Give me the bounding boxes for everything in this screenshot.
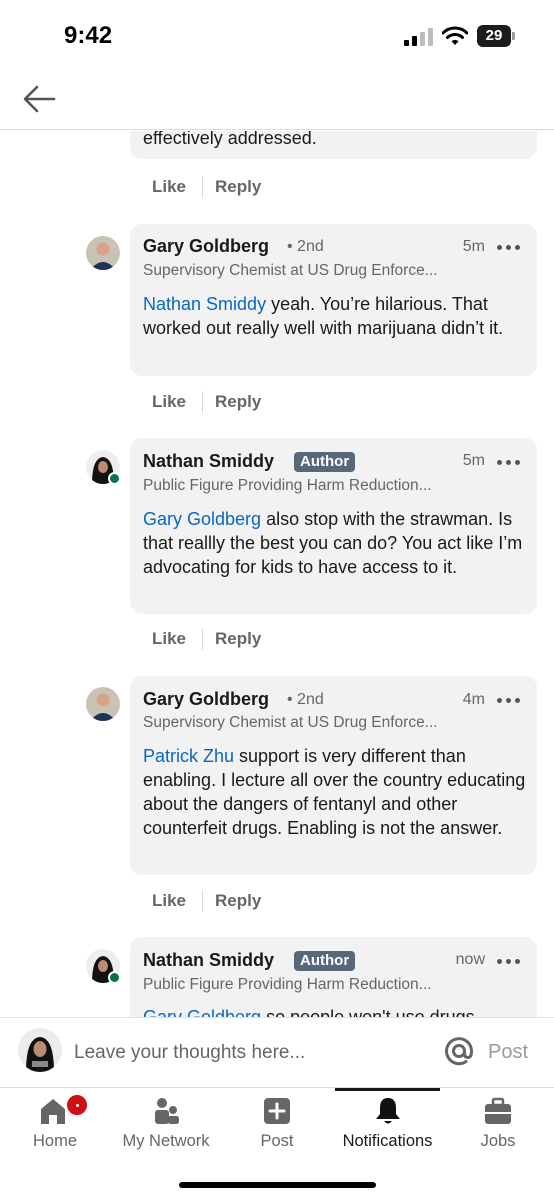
cellular-signal-icon: [404, 28, 433, 46]
comment-text: Gary Goldberg also stop with the strawma…: [143, 507, 528, 579]
tab-home[interactable]: Home: [20, 1088, 90, 1158]
reply-button[interactable]: Reply: [215, 629, 261, 649]
reply-button[interactable]: Reply: [215, 891, 261, 911]
reply-button[interactable]: Reply: [215, 177, 261, 197]
comment-time: 5m: [462, 452, 485, 469]
status-time: 9:42: [64, 22, 113, 49]
author-headline: Supervisory Chemist at US Drug Enforce..…: [143, 262, 438, 279]
battery-icon: 29: [477, 25, 517, 47]
author-badge: Author: [294, 452, 356, 472]
more-options-icon[interactable]: [497, 958, 521, 966]
more-options-icon[interactable]: [497, 244, 521, 252]
network-icon: [155, 1098, 179, 1124]
author-name[interactable]: Nathan Smiddy: [143, 950, 274, 971]
tab-label: Jobs: [480, 1132, 516, 1150]
comment-time: 5m: [462, 238, 485, 255]
tab-notifications[interactable]: Notifications: [335, 1088, 440, 1158]
like-button[interactable]: Like: [152, 177, 186, 197]
like-button[interactable]: Like: [152, 891, 186, 911]
post-comment-button[interactable]: Post: [488, 1041, 528, 1064]
mention-link[interactable]: Gary Goldberg: [143, 509, 261, 529]
tab-jobs[interactable]: Jobs: [468, 1088, 528, 1158]
battery-level: 29: [485, 27, 503, 44]
comment-text: Patrick Zhu support is very different th…: [143, 744, 528, 840]
avatar[interactable]: [86, 236, 120, 270]
action-divider: [202, 890, 203, 912]
connection-degree: • 2nd: [287, 691, 324, 708]
author-badge: Author: [294, 951, 356, 971]
comment-text: effectively addressed.: [143, 131, 317, 148]
bell-icon: [376, 1098, 400, 1124]
notification-badge: [65, 1093, 89, 1117]
author-name[interactable]: Nathan Smiddy: [143, 451, 274, 472]
more-options-icon[interactable]: [497, 697, 521, 705]
user-avatar: [18, 1028, 62, 1072]
tab-label: Notifications: [342, 1132, 433, 1150]
comment-text: Gary Goldberg so people won't use drugs: [143, 1005, 528, 1017]
like-button[interactable]: Like: [152, 629, 186, 649]
status-bar: 9:42 29: [0, 0, 554, 74]
author-name[interactable]: Gary Goldberg: [143, 689, 269, 710]
comment-text: Nathan Smiddy yeah. You’re hilarious. Th…: [143, 292, 528, 340]
connection-degree: • 2nd: [287, 238, 324, 255]
author-headline: Supervisory Chemist at US Drug Enforce..…: [143, 714, 438, 731]
like-button[interactable]: Like: [152, 392, 186, 412]
app-header: [0, 74, 554, 130]
tab-post[interactable]: Post: [247, 1088, 307, 1158]
online-status-indicator: [108, 971, 121, 984]
plus-square-icon: [264, 1098, 290, 1124]
home-icon: [41, 1099, 65, 1124]
tab-label: Post: [260, 1132, 294, 1150]
avatar[interactable]: [86, 687, 120, 721]
more-options-icon[interactable]: [497, 459, 521, 467]
tab-my-network[interactable]: My Network: [111, 1088, 221, 1158]
mention-link[interactable]: Gary Goldberg: [143, 1007, 261, 1017]
mention-link[interactable]: Nathan Smiddy: [143, 294, 266, 314]
mention-link[interactable]: Patrick Zhu: [143, 746, 234, 766]
tab-label: Home: [32, 1132, 77, 1150]
action-divider: [202, 391, 203, 413]
action-divider: [202, 628, 203, 650]
comment-time: 4m: [462, 691, 485, 708]
arrow-left-icon[interactable]: [18, 82, 60, 116]
comment-input[interactable]: Leave your thoughts here...: [74, 1042, 305, 1064]
reply-button[interactable]: Reply: [215, 392, 261, 412]
mention-at-icon[interactable]: [442, 1034, 476, 1068]
author-headline: Public Figure Providing Harm Reduction..…: [143, 477, 432, 494]
comment-composer: Leave your thoughts here... Post: [0, 1017, 554, 1087]
comment-body: so people won't use drugs: [261, 1007, 475, 1017]
online-status-indicator: [108, 472, 121, 485]
comment-time: now: [455, 951, 485, 968]
author-headline: Public Figure Providing Harm Reduction..…: [143, 976, 432, 993]
wifi-icon: [442, 26, 468, 45]
author-name[interactable]: Gary Goldberg: [143, 236, 269, 257]
briefcase-icon: [485, 1097, 511, 1124]
comments-feed[interactable]: effectively addressed. Like Reply Gary G…: [0, 131, 554, 1017]
action-divider: [202, 176, 203, 198]
tab-label: My Network: [122, 1132, 210, 1150]
home-indicator: [179, 1182, 376, 1188]
